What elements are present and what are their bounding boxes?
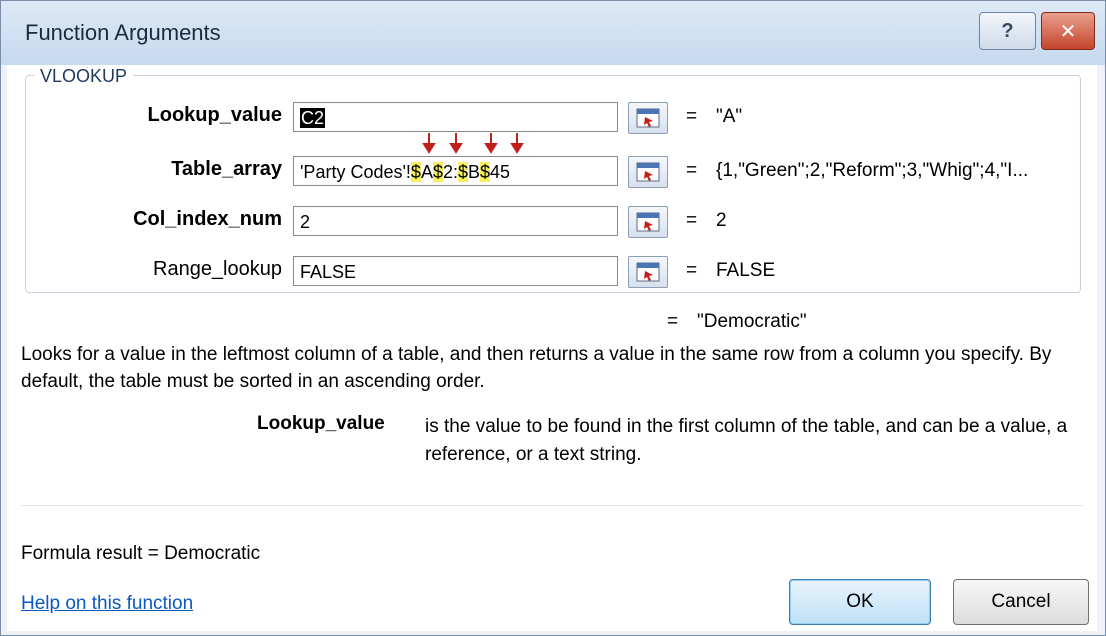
col-index-num-result: = 2 [686,210,727,231]
col-index-num-label: Col_index_num [133,208,282,230]
range-lookup-label: Range_lookup [153,258,282,280]
close-button[interactable]: ✕ [1041,12,1095,50]
function-arguments-dialog: Function Arguments ? ✕ VLOOKUP Lookup_va… [0,0,1106,636]
range-select-icon [636,212,660,232]
argument-description-name: Lookup_value [257,413,385,434]
formula-result: Formula result = Democratic [21,543,261,564]
dollar-sign-arrows [422,133,524,154]
range-lookup-result: = FALSE [686,260,776,281]
cancel-button[interactable]: Cancel [953,579,1089,625]
lookup-value-label: Lookup_value [147,104,282,126]
lookup-value-text: C2 [300,108,326,128]
table-array-collapse-button[interactable] [628,156,668,188]
function-result: = "Democratic" [667,311,807,332]
dialog-body: VLOOKUP Lookup_value C2 = "A" Table_array… [7,65,1097,631]
col-index-num-input[interactable]: 2 [293,206,618,236]
function-group-box: VLOOKUP Lookup_value C2 = "A" Table_array… [25,66,1081,293]
range-select-icon [636,108,660,128]
title-bar[interactable]: Function Arguments ? ✕ [1,1,1105,65]
lookup-value-collapse-button[interactable] [628,102,668,134]
function-name: VLOOKUP [34,66,134,87]
close-icon: ✕ [1059,20,1077,43]
range-lookup-input[interactable]: FALSE [293,256,618,286]
function-description: Looks for a value in the leftmost column… [21,344,1052,392]
help-on-function-link[interactable]: Help on this function [21,593,193,615]
range-lookup-collapse-button[interactable] [628,256,668,288]
question-icon: ? [1001,19,1014,42]
col-index-num-collapse-button[interactable] [628,206,668,238]
separator [21,505,1083,506]
table-array-result: = {1,"Green";2,"Reform";3,"Whig";4,"I... [686,160,1029,181]
lookup-value-input[interactable]: C2 [293,102,618,132]
ok-button[interactable]: OK [789,579,931,625]
argument-description-text: is the value to be found in the first co… [425,416,1068,465]
help-button[interactable]: ? [979,12,1036,50]
dialog-title: Function Arguments [25,20,221,45]
lookup-value-result: = "A" [686,106,743,127]
table-array-label: Table_array [171,158,282,180]
table-array-input[interactable]: 'Party Codes'!$A$2:$B$45 [293,156,618,186]
range-select-icon [636,262,660,282]
range-select-icon [636,162,660,182]
